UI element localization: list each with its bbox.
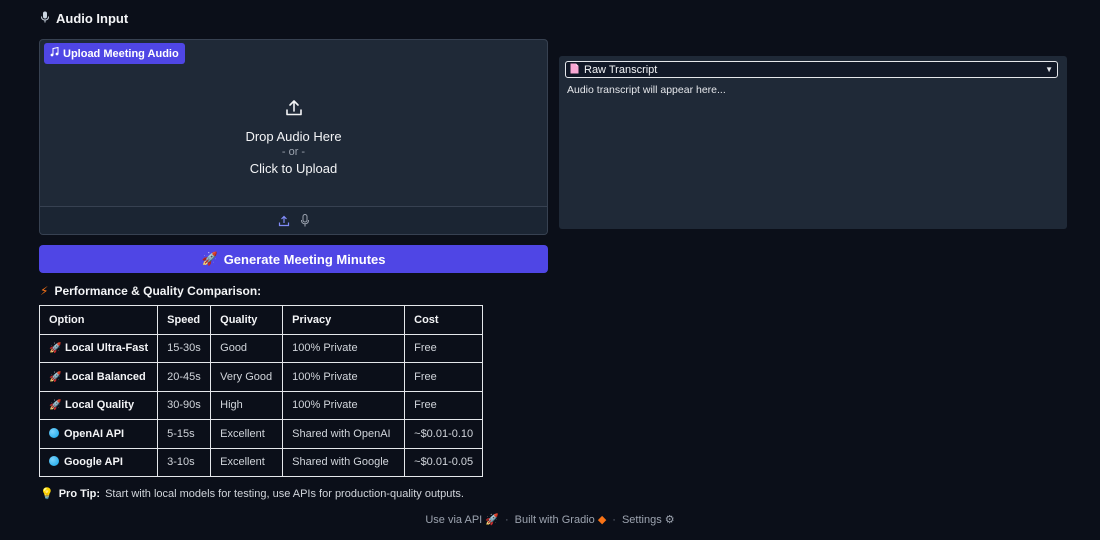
privacy-cell: 100% Private [282, 390, 406, 420]
click-to-upload-text: Click to Upload [249, 161, 338, 176]
use-via-api-link[interactable]: Use via API 🚀 [425, 513, 499, 526]
upload-source-icon[interactable] [278, 215, 290, 227]
column-header: Speed [157, 305, 212, 335]
quality-cell: High [210, 390, 284, 420]
microphone-icon [40, 11, 50, 26]
table-header-row: Option Speed Quality Privacy Cost [38, 305, 484, 335]
cost-cell: Free [404, 390, 484, 420]
separator: · [504, 513, 509, 526]
privacy-cell: 100% Private [282, 362, 406, 392]
option-name: Local Quality [65, 399, 135, 412]
table-row: 🚀 Local Balanced 20-45s Very Good 100% Pr… [38, 362, 484, 392]
speed-cell: 20-45s [157, 362, 212, 392]
drop-text: Drop Audio Here [245, 129, 342, 144]
rocket-icon: 🚀 [201, 251, 218, 266]
column-header: Quality [210, 305, 284, 335]
lightning-icon: ⚡ [40, 284, 49, 298]
option-cell: Google API [38, 447, 159, 477]
privacy-cell: Shared with Google [282, 447, 406, 477]
privacy-cell: 100% Private [282, 333, 406, 363]
column-header: Privacy [282, 305, 406, 335]
audio-upload-panel: Upload Meeting Audio Drop Audio Here - o… [39, 39, 548, 235]
lightbulb-icon: 💡 [40, 488, 54, 500]
generate-button-label: Generate Meeting Minutes [223, 251, 386, 267]
pro-tip-label: Pro Tip: [58, 487, 101, 500]
cost-cell: ~$0.01-0.05 [404, 447, 484, 477]
comparison-heading: ⚡ Performance & Quality Comparison: [40, 284, 261, 298]
quality-cell: Good [210, 333, 284, 363]
table-row: 🚀 Local Quality 30-90s High 100% Private … [38, 390, 484, 420]
audio-input-title: Audio Input [56, 11, 129, 26]
table-row: OpenAI API 5-15s Excellent Shared with O… [38, 419, 484, 449]
upload-label: Upload Meeting Audio [44, 43, 185, 64]
globe-icon [49, 456, 59, 467]
quality-cell: Very Good [210, 362, 284, 392]
chevron-down-icon: ▼ [1045, 65, 1053, 74]
option-cell: 🚀 Local Balanced [38, 362, 159, 392]
speed-cell: 5-15s [157, 419, 212, 449]
microphone-source-icon[interactable] [300, 214, 310, 227]
transcript-panel: Raw Transcript ▼ Audio transcript will a… [559, 56, 1067, 229]
speed-cell: 15-30s [157, 333, 212, 363]
cost-cell: Free [404, 362, 484, 392]
rocket-icon: 🚀 [485, 514, 499, 526]
cost-cell: Free [404, 333, 484, 363]
option-cell: 🚀 Local Ultra-Fast [38, 333, 159, 363]
page: Audio Input Upload Meeting Audio Drop Au… [0, 0, 1100, 540]
privacy-cell: Shared with OpenAI [282, 419, 406, 449]
option-name: Local Ultra-Fast [65, 342, 149, 355]
generate-minutes-button[interactable]: 🚀 Generate Meeting Minutes [39, 245, 548, 273]
transcript-select-value: Raw Transcript [584, 63, 658, 76]
option-name: OpenAI API [64, 427, 125, 440]
or-text: - or - [281, 146, 306, 158]
built-with-gradio-link[interactable]: Built with Gradio ◆ [515, 513, 607, 526]
music-note-icon [50, 46, 59, 60]
pro-tip-text: Start with local models for testing, use… [105, 487, 464, 500]
audio-input-header: Audio Input [40, 11, 128, 26]
speed-cell: 3-10s [157, 447, 212, 477]
option-cell: OpenAI API [38, 419, 159, 449]
document-icon [570, 63, 579, 77]
option-name: Google API [64, 456, 123, 469]
comparison-heading-text: Performance & Quality Comparison: [54, 284, 262, 298]
upload-label-text: Upload Meeting Audio [63, 47, 179, 60]
transcript-placeholder: Audio transcript will appear here... [567, 84, 726, 96]
separator: · [612, 513, 616, 526]
quality-cell: Excellent [210, 419, 284, 449]
globe-icon [49, 427, 59, 438]
rocket-icon: 🚀 [49, 343, 62, 355]
option-cell: 🚀 Local Quality [38, 390, 159, 420]
audio-dropzone[interactable]: Drop Audio Here - or - Click to Upload [40, 70, 547, 206]
quality-cell: Excellent [210, 447, 284, 477]
table-row: Google API 3-10s Excellent Shared with G… [38, 447, 484, 477]
option-name: Local Balanced [65, 370, 146, 383]
footer: Use via API 🚀 · Built with Gradio ◆ · Se… [0, 513, 1100, 527]
gear-icon: ⚙ [664, 514, 675, 526]
rocket-icon: 🚀 [49, 371, 62, 383]
settings-link[interactable]: Settings ⚙ [622, 513, 675, 526]
comparison-table: Option Speed Quality Privacy Cost 🚀 Local… [38, 305, 484, 477]
source-selector [40, 206, 547, 234]
pro-tip: 💡 Pro Tip: Start with local models for t… [40, 487, 464, 501]
upload-icon [285, 99, 303, 128]
gradio-logo-icon: ◆ [597, 514, 607, 526]
column-header: Cost [404, 305, 484, 335]
speed-cell: 30-90s [157, 390, 212, 420]
column-header: Option [38, 305, 159, 335]
rocket-icon: 🚀 [49, 400, 62, 412]
cost-cell: ~$0.01-0.10 [404, 419, 484, 449]
transcript-view-select[interactable]: Raw Transcript ▼ [565, 61, 1058, 78]
table-row: 🚀 Local Ultra-Fast 15-30s Good 100% Priva… [38, 333, 484, 363]
